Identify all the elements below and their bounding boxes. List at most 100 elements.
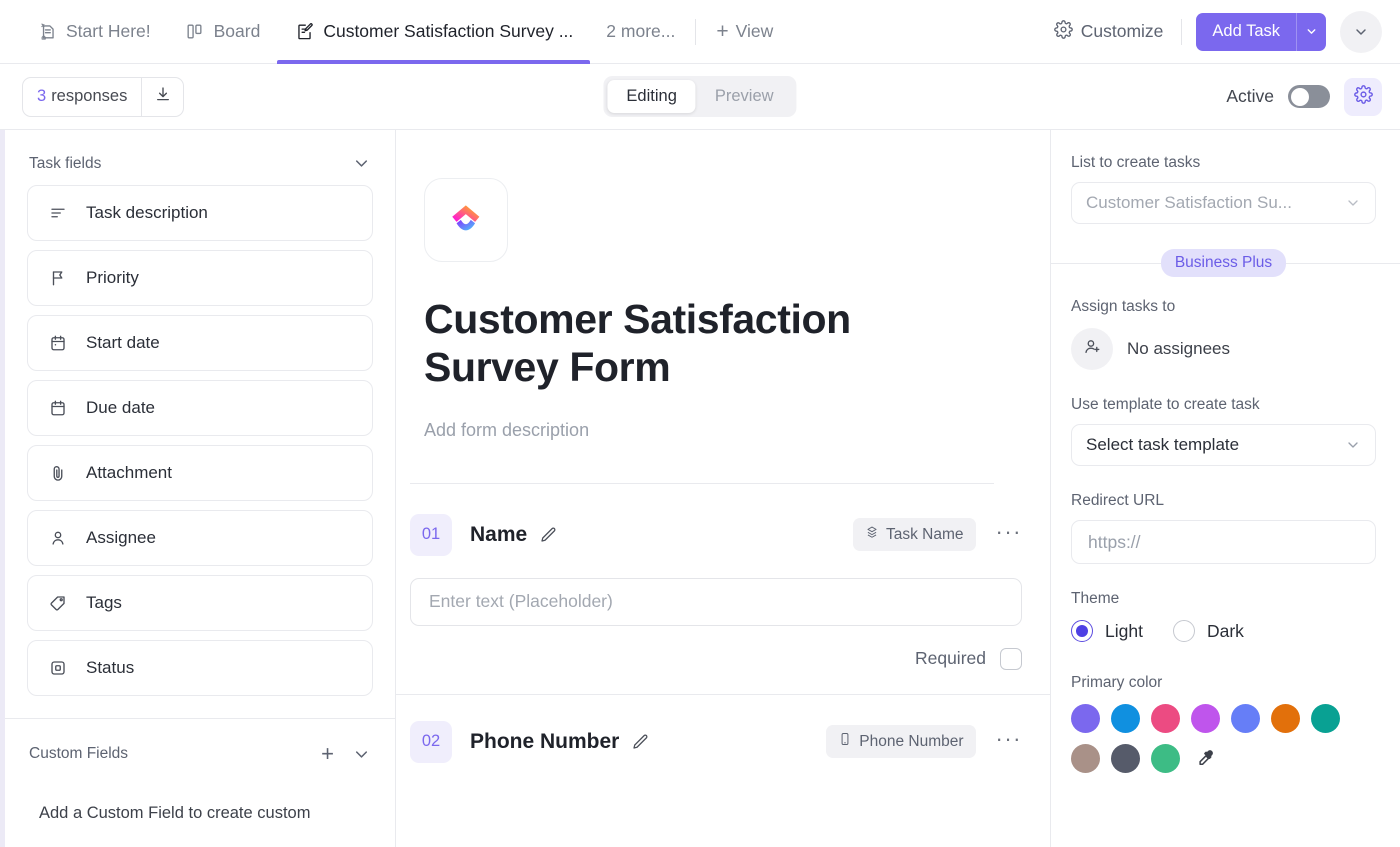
phone-icon xyxy=(838,732,852,751)
chevron-down-icon[interactable] xyxy=(352,745,371,764)
color-swatch[interactable] xyxy=(1191,704,1220,733)
form-question-01: 01 Name Task Name ··· Enter text (Placeh… xyxy=(396,484,1050,694)
form-title[interactable]: Customer Satisfaction Survey Form xyxy=(424,296,994,392)
question-actions: Task Name ··· xyxy=(852,518,1022,552)
customize-button[interactable]: Customize xyxy=(1040,19,1178,44)
view-tab-label: Start Here! xyxy=(66,21,151,41)
task-fields-list: Task description Priority Start date Due… xyxy=(5,185,395,696)
form-description-placeholder[interactable]: Add form description xyxy=(424,420,994,441)
color-swatch[interactable] xyxy=(1231,704,1260,733)
question-actions: Phone Number ··· xyxy=(826,725,1022,759)
question-number-badge: 02 xyxy=(410,720,452,763)
text-lines-icon xyxy=(48,204,68,222)
question-tag-label: Phone Number xyxy=(859,732,964,750)
radio-button xyxy=(1172,620,1195,642)
required-checkbox[interactable] xyxy=(1000,647,1022,670)
form-settings-button[interactable] xyxy=(1344,77,1382,116)
responses-button[interactable]: 3 responses xyxy=(23,78,141,116)
tab-editing[interactable]: Editing xyxy=(607,80,696,113)
add-task-group: Add Task xyxy=(1196,12,1326,51)
flag-icon xyxy=(48,269,68,287)
paperclip-icon xyxy=(48,464,68,482)
eyedropper-icon[interactable] xyxy=(1191,744,1220,773)
custom-fields-title: Custom Fields xyxy=(29,745,129,762)
add-view-button[interactable]: + View xyxy=(700,0,789,64)
field-item-due-date[interactable]: Due date xyxy=(27,380,373,436)
assign-tasks-label: Assign tasks to xyxy=(1071,298,1176,315)
more-views-button[interactable]: 2 more... xyxy=(590,0,691,64)
color-swatch[interactable] xyxy=(1071,744,1100,773)
color-swatch[interactable] xyxy=(1311,704,1340,733)
field-item-assignee[interactable]: Assignee xyxy=(27,510,373,566)
field-label: Attachment xyxy=(86,463,172,482)
color-swatch[interactable] xyxy=(1271,704,1300,733)
chevron-down-icon[interactable] xyxy=(352,154,371,173)
field-item-start-date[interactable]: Start date xyxy=(27,315,373,371)
active-label: Active xyxy=(1226,86,1274,106)
more-options-button[interactable] xyxy=(1340,10,1382,53)
theme-option-label: Dark xyxy=(1206,620,1244,641)
field-item-status[interactable]: Status xyxy=(27,640,373,696)
active-toggle[interactable] xyxy=(1288,85,1330,108)
task-template-select[interactable]: Select task template xyxy=(1071,424,1376,466)
field-label: Due date xyxy=(86,398,155,417)
clickup-form-builder: Start Here! Board Customer Satisfaction … xyxy=(0,0,1400,847)
custom-fields-empty-text: Add a Custom Field to create custom xyxy=(39,804,311,822)
question-more-button[interactable]: ··· xyxy=(996,727,1022,750)
fields-sidebar: Task fields Task description Priority St… xyxy=(5,130,396,847)
edit-pencil-icon[interactable] xyxy=(539,526,557,544)
list-to-create-tasks-label: List to create tasks xyxy=(1071,154,1201,171)
view-tab-board[interactable]: Board xyxy=(168,0,278,64)
field-item-priority[interactable]: Priority xyxy=(27,250,373,306)
question-header: 01 Name Task Name ··· xyxy=(410,513,1022,556)
plan-badge: Business Plus xyxy=(1160,249,1287,277)
question-footer: Required xyxy=(410,647,1022,670)
tag-icon xyxy=(48,594,68,612)
question-field-tag[interactable]: Phone Number xyxy=(826,725,976,759)
plus-icon: + xyxy=(716,20,729,43)
clickup-logo[interactable] xyxy=(424,178,508,262)
theme-label: Theme xyxy=(1071,590,1120,607)
color-swatch[interactable] xyxy=(1111,704,1140,733)
theme-options: Light Dark xyxy=(1071,620,1376,642)
field-label: Assignee xyxy=(86,528,156,547)
color-swatch[interactable] xyxy=(1071,704,1100,733)
question-field-tag[interactable]: Task Name xyxy=(852,518,976,552)
edit-pencil-icon[interactable] xyxy=(631,733,649,751)
field-item-attachment[interactable]: Attachment xyxy=(27,445,373,501)
primary-color-swatches xyxy=(1071,704,1371,773)
add-task-dropdown-button[interactable] xyxy=(1296,12,1326,51)
redirect-url-input[interactable]: https:// xyxy=(1071,520,1376,564)
main-body: Task fields Task description Priority St… xyxy=(0,130,1400,847)
field-label: Tags xyxy=(86,593,122,612)
question-input[interactable]: Enter text (Placeholder) xyxy=(410,577,1022,626)
view-tab-label: Customer Satisfaction Survey ... xyxy=(323,21,574,41)
color-swatch[interactable] xyxy=(1111,744,1140,773)
theme-option-dark[interactable]: Dark xyxy=(1172,620,1244,642)
primary-color-label: Primary color xyxy=(1071,674,1163,691)
view-tab-customer-satisfaction-survey[interactable]: Customer Satisfaction Survey ... xyxy=(277,0,591,64)
add-view-label: View xyxy=(735,21,774,41)
field-item-task-description[interactable]: Task description xyxy=(27,185,373,241)
add-custom-field-button[interactable]: + xyxy=(321,743,334,765)
color-swatch[interactable] xyxy=(1151,744,1180,773)
tab-preview[interactable]: Preview xyxy=(696,80,793,113)
question-more-button[interactable]: ··· xyxy=(996,520,1022,543)
task-fields-actions xyxy=(352,154,371,173)
add-assignee-button[interactable] xyxy=(1071,328,1113,370)
field-label: Task description xyxy=(86,203,208,222)
add-task-button[interactable]: Add Task xyxy=(1196,12,1296,51)
form-header: Customer Satisfaction Survey Form Add fo… xyxy=(396,130,1050,484)
list-to-create-tasks-select[interactable]: Customer Satisfaction Su... xyxy=(1071,182,1376,224)
person-plus-icon xyxy=(1083,337,1102,361)
chevron-down-icon xyxy=(1345,437,1361,453)
theme-option-light[interactable]: Light xyxy=(1071,620,1143,642)
responses-count: 3 xyxy=(37,87,47,105)
download-responses-button[interactable] xyxy=(141,77,183,116)
color-swatch[interactable] xyxy=(1151,704,1180,733)
question-tag-label: Task Name xyxy=(885,525,964,543)
field-item-tags[interactable]: Tags xyxy=(27,575,373,631)
gear-icon xyxy=(1053,19,1073,44)
view-tab-start-here[interactable]: Start Here! xyxy=(20,0,168,64)
